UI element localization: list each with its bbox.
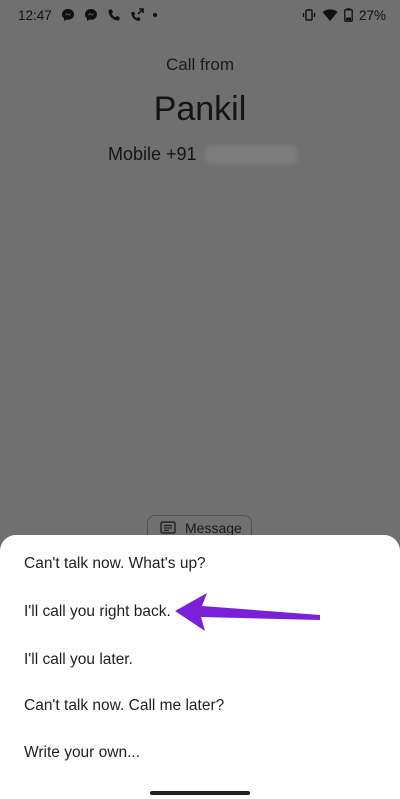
- quick-reply-item[interactable]: Can't talk now. What's up?: [24, 555, 206, 573]
- vibrate-icon: [302, 9, 316, 21]
- phone-icon: [108, 9, 120, 21]
- messenger-icon: [61, 9, 74, 21]
- missed-call-icon: [131, 8, 144, 21]
- redacted-number: [204, 145, 297, 164]
- caller-number: Mobile +91: [108, 144, 297, 165]
- messenger-icon: [84, 9, 97, 21]
- call-from-label: Call from: [165, 55, 234, 74]
- battery-icon: [344, 8, 353, 22]
- quick-reply-item[interactable]: I'll call you later.: [24, 651, 133, 669]
- message-button-label: Message: [185, 520, 242, 536]
- quick-reply-item[interactable]: I'll call you right back.: [24, 603, 171, 621]
- status-time: 12:47: [18, 7, 52, 23]
- wifi-icon: [322, 9, 338, 21]
- caller-name: Pankil: [153, 90, 247, 128]
- status-left: 12:47: [18, 8, 157, 23]
- quick-reply-sheet: Can't talk now. What's up? I'll call you…: [0, 535, 400, 799]
- message-icon: [160, 521, 176, 534]
- status-right: 27%: [302, 8, 386, 23]
- battery-percent: 27%: [358, 7, 386, 23]
- write-your-own-item[interactable]: Write your own...: [24, 744, 140, 762]
- notification-dot-icon: [152, 13, 157, 17]
- status-bar: 12:47 27%: [0, 0, 400, 30]
- navigation-handle[interactable]: [150, 791, 250, 795]
- annotation-arrow-icon: [175, 593, 320, 631]
- caller-number-prefix: Mobile +91: [108, 144, 197, 164]
- quick-reply-item[interactable]: Can't talk now. Call me later?: [24, 697, 224, 715]
